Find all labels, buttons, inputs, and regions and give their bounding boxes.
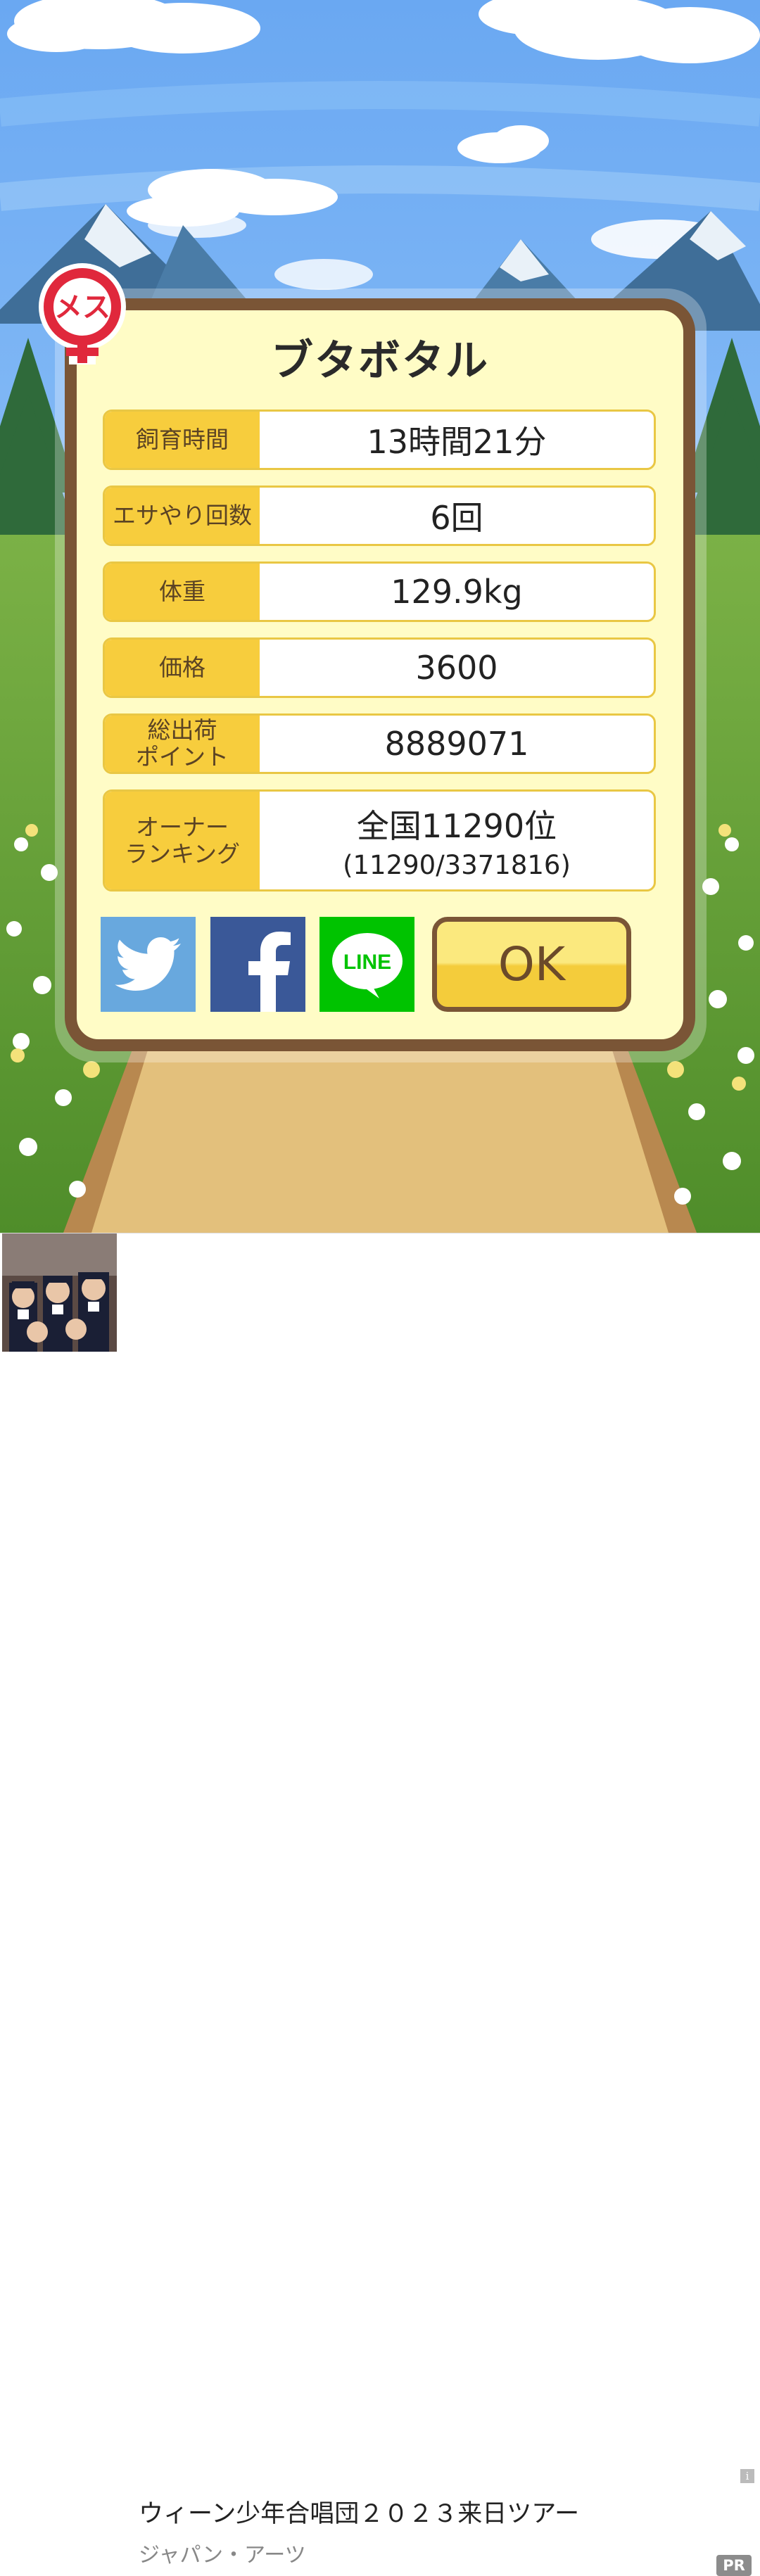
stat-row-weight: 体重 129.9kg xyxy=(103,561,656,622)
ranking-value: 全国11290位 xyxy=(356,807,557,845)
stat-value: 129.9kg xyxy=(391,573,523,611)
stat-label: 体重 xyxy=(105,564,260,620)
twitter-bird-icon xyxy=(114,937,181,991)
ad-banner[interactable]: ウィーン少年合唱団２０２３来日ツアー ジャパン・アーツ i PR xyxy=(0,1233,760,2576)
stat-value: 13時間21分 xyxy=(367,423,547,461)
stat-label: 価格 xyxy=(105,640,260,696)
facebook-share-button[interactable] xyxy=(210,917,305,1012)
stat-row-price: 価格 3600 xyxy=(103,637,656,698)
ad-title[interactable]: ウィーン少年合唱団２０２３来日ツアー xyxy=(139,2494,579,2530)
stat-label: 総出荷 ポイント xyxy=(105,716,260,772)
ok-button[interactable]: OK xyxy=(432,917,631,1012)
stat-label: 飼育時間 xyxy=(105,412,260,468)
stat-row-owner-ranking: オーナー ランキング 全国11290位 (11290/3371816) xyxy=(103,789,656,892)
ad-advertiser: ジャパン・アーツ xyxy=(139,2543,306,2568)
facebook-f-icon xyxy=(248,932,291,1012)
stat-value: 8889071 xyxy=(384,725,529,763)
ad-thumbnail-image xyxy=(2,1233,117,1352)
pig-name-title: ブタボタル xyxy=(271,336,489,386)
line-logo-icon: LINE xyxy=(331,932,403,998)
stat-label: オーナー ランキング xyxy=(105,792,260,889)
line-logo-text: LINE xyxy=(343,951,391,974)
twitter-share-button[interactable] xyxy=(101,917,196,1012)
ad-pr-badge: PR xyxy=(716,2555,752,2576)
ranking-detail: (11290/3371816) xyxy=(343,850,571,880)
ad-info-icon[interactable]: i xyxy=(740,2469,754,2483)
stat-row-breeding-time: 飼育時間 13時間21分 xyxy=(103,410,656,470)
stat-row-total-shipping-points: 総出荷 ポイント 8889071 xyxy=(103,713,656,774)
stat-value: 3600 xyxy=(415,649,498,687)
gender-badge-label: メス xyxy=(54,291,110,324)
line-share-button[interactable]: LINE xyxy=(319,917,414,1012)
stat-label: エサやり回数 xyxy=(105,488,260,544)
stat-value-group: 全国11290位 (11290/3371816) xyxy=(260,792,654,889)
stat-row-feed-count: エサやり回数 6回 xyxy=(103,486,656,546)
stat-value: 6回 xyxy=(430,499,483,537)
